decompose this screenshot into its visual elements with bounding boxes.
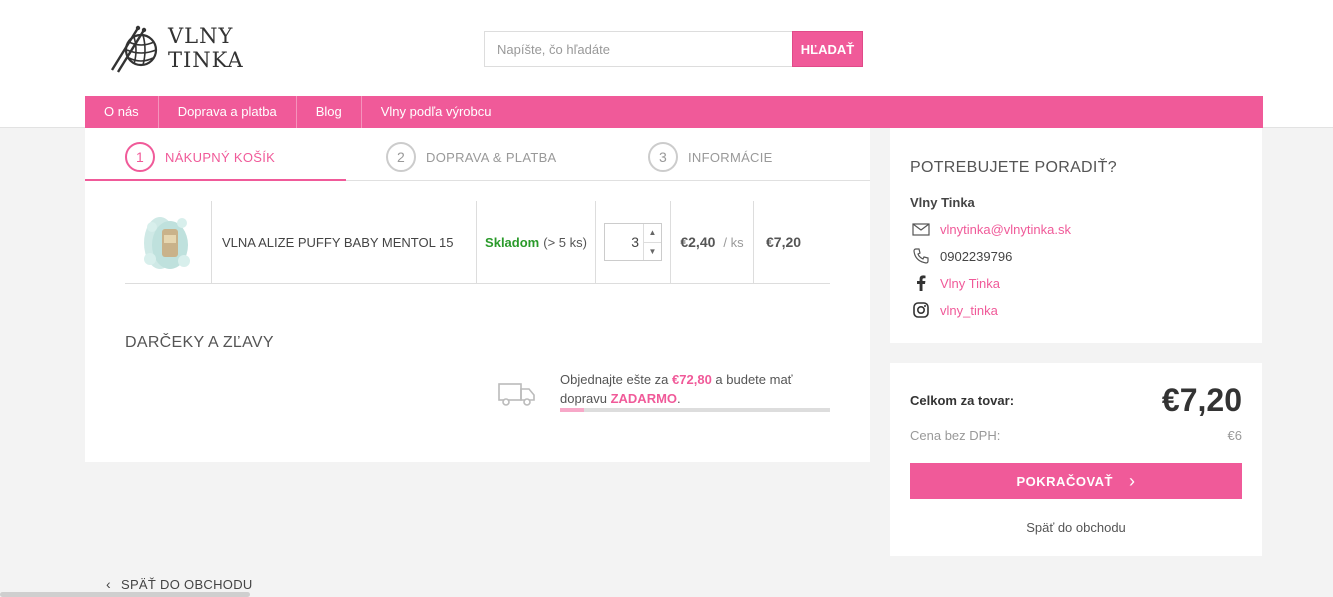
increase-quantity-icon[interactable]: ▲ <box>644 224 661 243</box>
site-header: VLNY TINKA HĽADAŤ O nás Doprava a platba… <box>0 0 1333 128</box>
step-label: NÁKUPNÝ KOŠÍK <box>165 149 276 165</box>
item-total: €7,20 <box>766 234 802 250</box>
chevron-left-icon: ‹ <box>106 576 111 592</box>
stock-info: Skladom (> 5 ks) <box>477 201 596 283</box>
total-value: €7,20 <box>1161 382 1242 418</box>
unit-label: / ks <box>723 234 744 250</box>
contact-instagram: vlny_tinka <box>910 301 998 319</box>
step-label: INFORMÁCIE <box>688 149 773 165</box>
cart-panel: 1 NÁKUPNÝ KOŠÍK 2 DOPRAVA & PLATBA 3 INF… <box>85 128 870 462</box>
truck-icon <box>498 383 535 406</box>
contact-email: vlnytinka@vlnytinka.sk <box>910 220 1071 238</box>
vat-label: Cena bez DPH: <box>910 428 1001 443</box>
search-bar: HĽADAŤ <box>484 31 863 67</box>
stock-count: (> 5 ks) <box>543 234 587 250</box>
knitting-logo-icon <box>110 25 158 73</box>
product-image[interactable] <box>140 209 196 275</box>
contact-facebook: Vlny Tinka <box>910 274 1000 292</box>
quantity-cell: ▲ ▼ <box>596 201 671 283</box>
vat-value: €6 <box>1227 428 1242 443</box>
step-number: 3 <box>648 142 678 172</box>
nav-item-blog[interactable]: Blog <box>297 96 362 128</box>
nav-item-vlny-podla-vyrobcu[interactable]: Vlny podľa výrobcu <box>362 96 511 128</box>
unit-price-cell: €2,40 / ks <box>671 201 754 283</box>
back-to-shop-bottom-label: SPÄŤ DO OBCHODU <box>120 576 253 592</box>
quantity-arrows: ▲ ▼ <box>643 224 661 260</box>
main-nav: O nás Doprava a platba Blog Vlny podľa v… <box>85 96 1263 128</box>
site-logo[interactable]: VLNY TINKA <box>108 20 243 76</box>
gifts-discounts-title: DARČEKY A ZĽAVY <box>125 334 274 351</box>
help-title: POTREBUJETE PORADIŤ? <box>910 159 1117 176</box>
help-company-name: Vlny Tinka <box>910 195 975 210</box>
logo-line-2: TINKA <box>168 48 244 72</box>
phone-icon <box>910 247 932 265</box>
phone-number: 0902239796 <box>940 248 1013 264</box>
search-button[interactable]: HĽADAŤ <box>792 31 863 67</box>
free-shipping-info: Objednajte ešte za €72,80 a budete mať d… <box>498 370 830 414</box>
email-link[interactable]: vlnytinka@vlnytinka.sk <box>940 222 1071 237</box>
instagram-icon <box>910 301 932 319</box>
contact-phone: 0902239796 <box>910 247 1012 265</box>
search-input[interactable] <box>484 31 792 67</box>
back-to-shop-link[interactable]: Späť do obchodu <box>890 520 1262 535</box>
shipping-remaining-amount: €72,80 <box>672 372 712 387</box>
stock-status: Skladom <box>485 234 540 250</box>
mail-icon <box>910 220 932 238</box>
step-number: 1 <box>125 142 155 172</box>
shipping-free-label: ZADARMO <box>610 391 678 406</box>
facebook-icon <box>910 274 932 292</box>
product-name[interactable]: VLNA ALIZE PUFFY BABY MENTOL 15 <box>212 201 477 283</box>
step-information[interactable]: 3 INFORMÁCIE <box>648 142 773 172</box>
facebook-link[interactable]: Vlny Tinka <box>940 276 1000 291</box>
cart-item-row: VLNA ALIZE PUFFY BABY MENTOL 15 Skladom … <box>125 201 830 284</box>
logo-line-1: VLNY <box>168 24 234 48</box>
help-panel: POTREBUJETE PORADIŤ? Vlny Tinka vlnytink… <box>890 128 1262 343</box>
instagram-link[interactable]: vlny_tinka <box>940 303 998 318</box>
step-label: DOPRAVA & PLATBA <box>426 149 557 165</box>
order-summary: Celkom za tovar: €7,20 Cena bez DPH: €6 … <box>890 363 1262 556</box>
continue-button[interactable]: POKRAČOVAŤ › <box>910 463 1242 499</box>
active-step-indicator <box>85 179 346 181</box>
back-to-shop-bottom-link[interactable]: ‹ SPÄŤ DO OBCHODU <box>106 576 253 592</box>
step-cart[interactable]: 1 NÁKUPNÝ KOŠÍK <box>125 142 275 172</box>
checkout-steps: 1 NÁKUPNÝ KOŠÍK 2 DOPRAVA & PLATBA 3 INF… <box>85 128 870 181</box>
shipping-text-after: . <box>677 391 681 406</box>
free-shipping-progress-fill <box>560 408 585 412</box>
unit-price: €2,40 <box>680 234 716 250</box>
product-image-cell <box>125 201 212 283</box>
free-shipping-text: Objednajte ešte za €72,80 a budete mať d… <box>560 370 830 408</box>
nav-item-o-nas[interactable]: O nás <box>85 96 159 128</box>
continue-label: POKRAČOVAŤ <box>1016 473 1113 489</box>
quantity-stepper: ▲ ▼ <box>604 223 662 261</box>
decrease-quantity-icon[interactable]: ▼ <box>644 243 661 261</box>
quantity-input[interactable] <box>605 224 643 260</box>
chevron-right-icon: › <box>1128 471 1136 491</box>
total-label: Celkom za tovar: <box>910 393 1015 408</box>
free-shipping-progress <box>560 408 830 412</box>
step-number: 2 <box>386 142 416 172</box>
horizontal-scrollbar[interactable] <box>0 592 250 597</box>
nav-item-doprava-a-platba[interactable]: Doprava a platba <box>159 96 297 128</box>
logo-text: VLNY TINKA <box>168 24 244 72</box>
shipping-text-before: Objednajte ešte za <box>560 372 673 387</box>
step-shipping-payment[interactable]: 2 DOPRAVA & PLATBA <box>386 142 557 172</box>
